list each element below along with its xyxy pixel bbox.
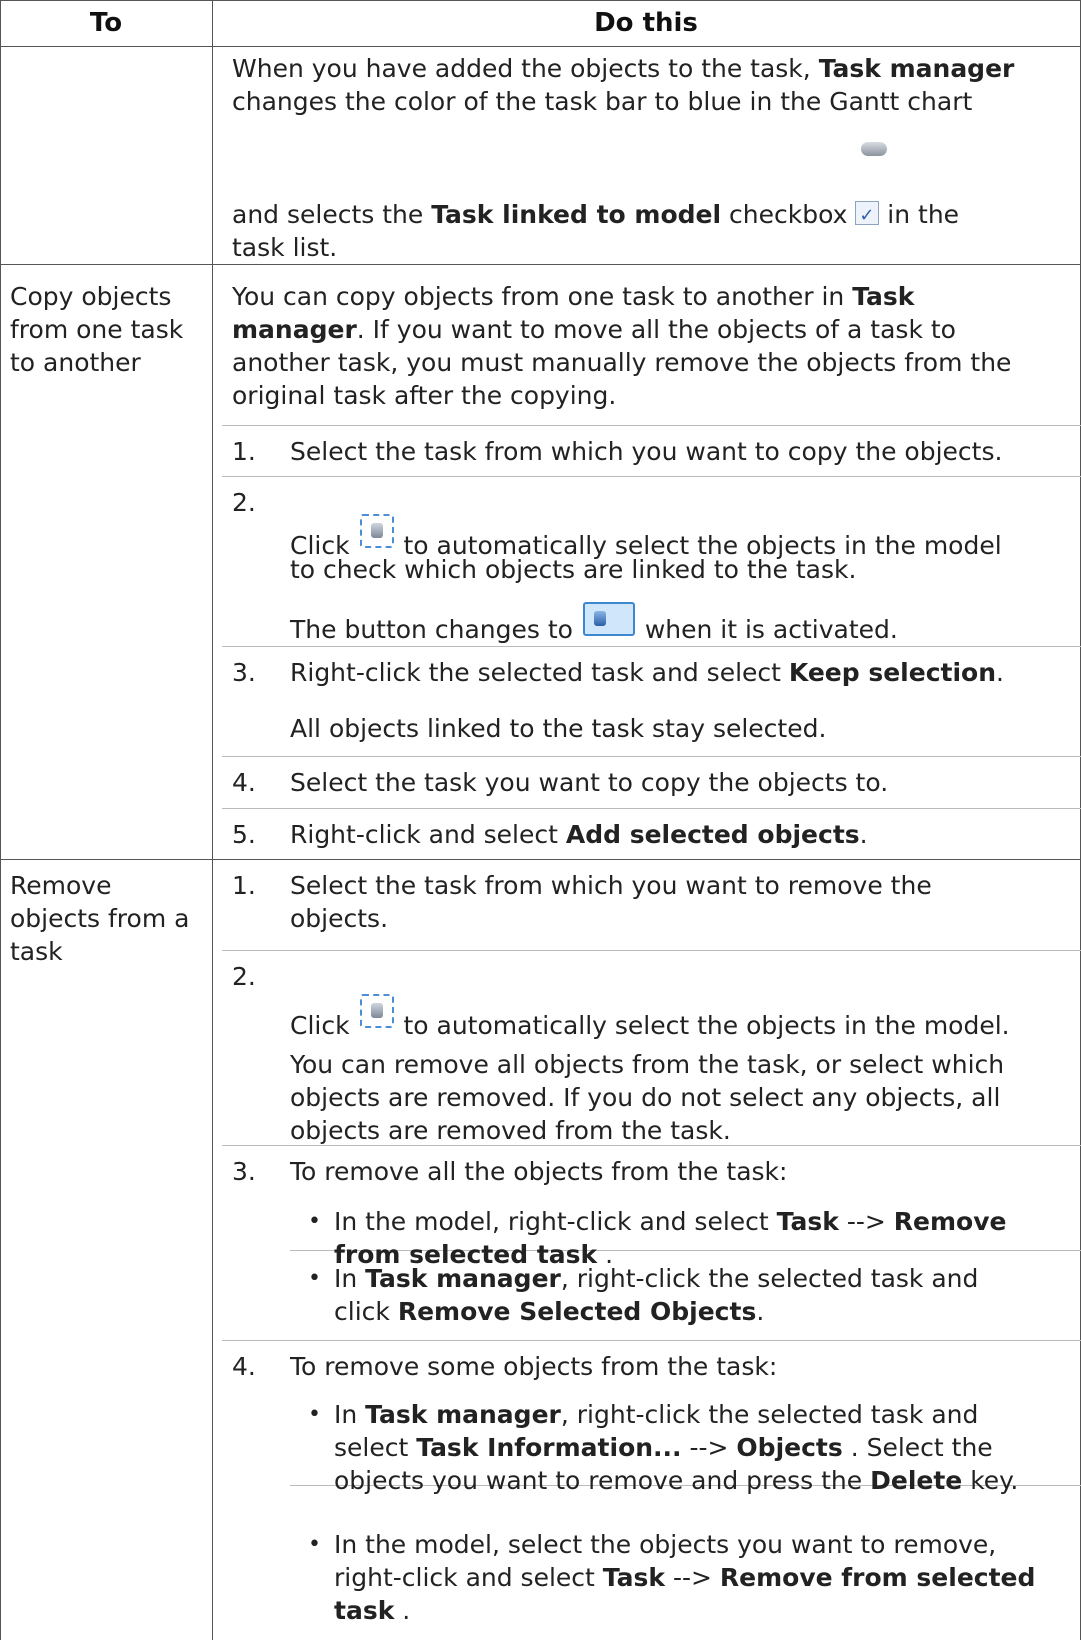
- step-text: Click to automatically select the object…: [290, 994, 1010, 1042]
- row1-line4: task list.: [232, 233, 338, 262]
- select-objects-icon[interactable]: [359, 994, 394, 1028]
- step-number: 1.: [232, 437, 256, 466]
- row-divider: [0, 859, 1081, 860]
- select-objects-icon[interactable]: [359, 514, 394, 548]
- row3-to-line1: Remove: [10, 871, 112, 900]
- step-text: To remove some objects from the task:: [290, 1352, 778, 1381]
- row3-to-line2: objects from a: [10, 904, 190, 933]
- column-divider: [212, 0, 213, 1640]
- step-text: Select the task from which you want to r…: [290, 871, 932, 900]
- header-to: To: [89, 8, 123, 38]
- checkbox-icon: [855, 199, 880, 232]
- bullet: •: [308, 1266, 321, 1291]
- bullet-text: In Task manager, right-click the selecte…: [334, 1400, 979, 1429]
- row2-intro-line2: manager. If you want to move all the obj…: [232, 315, 956, 344]
- header-do-this: Do this: [594, 8, 698, 38]
- step-text: to check which objects are linked to the…: [290, 555, 857, 584]
- row2-intro-line3: another task, you must manually remove t…: [232, 348, 1012, 377]
- row2-to-line2: from one task: [10, 315, 184, 344]
- row1-line1: When you have added the objects to the t…: [232, 54, 1015, 83]
- step-number: 4.: [232, 1352, 256, 1381]
- header-divider: [0, 46, 1081, 47]
- bullet: •: [308, 1209, 321, 1234]
- bullet-text: objects you want to remove and press the…: [334, 1466, 1019, 1495]
- row1-line2: changes the color of the task bar to blu…: [232, 87, 973, 116]
- bullet-text: In the model, right-click and select Tas…: [334, 1207, 1007, 1236]
- bullet-text: In the model, select the objects you wan…: [334, 1530, 997, 1559]
- row2-to-line3: to another: [10, 348, 141, 377]
- bullet-text: In Task manager, right-click the selecte…: [334, 1264, 979, 1293]
- step-text: Right-click the selected task and select…: [290, 658, 1004, 687]
- bullet: •: [308, 1532, 321, 1557]
- step-text: objects.: [290, 904, 389, 933]
- link-icon: [861, 142, 887, 156]
- step-number: 3.: [232, 1157, 256, 1186]
- row2-intro-line1: You can copy objects from one task to an…: [232, 282, 915, 311]
- bullet-text: select Task Information... --> Objects .…: [334, 1433, 993, 1462]
- step-text: Select the task you want to copy the obj…: [290, 768, 889, 797]
- step-note: objects are removed. If you do not selec…: [290, 1083, 1001, 1112]
- bullet-text: click Remove Selected Objects.: [334, 1297, 765, 1326]
- step-note: The button changes to when it is activat…: [290, 602, 898, 646]
- select-objects-active-icon[interactable]: [582, 602, 635, 636]
- bullet-text: task .: [334, 1596, 411, 1625]
- step-note: All objects linked to the task stay sele…: [290, 714, 827, 743]
- step-number: 3.: [232, 658, 256, 687]
- step-text: To remove all the objects from the task:: [290, 1157, 788, 1186]
- bullet-text: right-click and select Task --> Remove f…: [334, 1563, 1036, 1592]
- step-number: 2.: [232, 488, 256, 517]
- step-number: 2.: [232, 962, 256, 991]
- step-text: Right-click and select Add selected obje…: [290, 820, 868, 849]
- row2-to-line1: Copy objects: [10, 282, 172, 311]
- bullet: •: [308, 1402, 321, 1427]
- row2-intro-line4: original task after the copying.: [232, 381, 617, 410]
- step-number: 5.: [232, 820, 256, 849]
- step-note: objects are removed from the task.: [290, 1116, 731, 1145]
- row3-to-line3: task: [10, 937, 63, 966]
- row1-line3: and selects the Task linked to model che…: [232, 198, 959, 232]
- step-number: 1.: [232, 871, 256, 900]
- row-divider: [0, 264, 1081, 265]
- instruction-table: To Do this When you have added the objec…: [0, 0, 1081, 1640]
- step-number: 4.: [232, 768, 256, 797]
- step-note: You can remove all objects from the task…: [290, 1050, 1005, 1079]
- step-text: Select the task from which you want to c…: [290, 437, 1003, 466]
- table-border-left: [0, 0, 1, 1640]
